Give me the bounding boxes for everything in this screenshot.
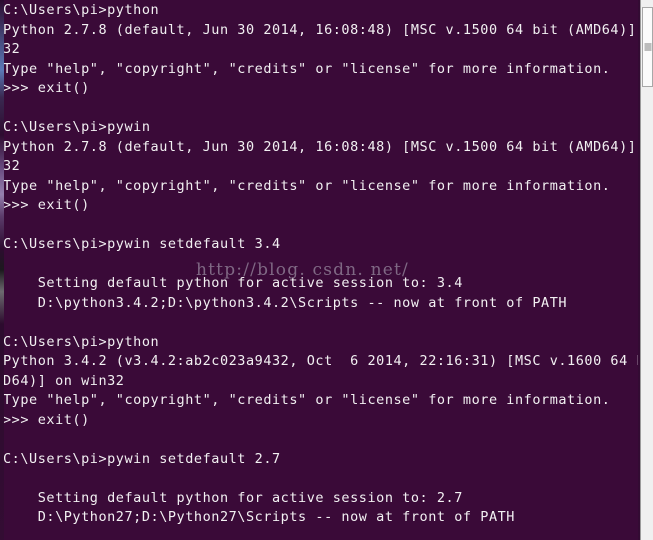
console-line: Type "help", "copyright", "credits" or "… — [3, 177, 611, 194]
console-line: Python 2.7.8 (default, Jun 30 2014, 16:0… — [3, 138, 653, 155]
vertical-scrollbar[interactable] — [640, 0, 653, 540]
console-line: C:\Users\pi>pywin setdefault 3.4 — [3, 236, 281, 252]
console-line: 32 — [3, 158, 21, 174]
console-line: D64)] on win32 — [3, 372, 125, 389]
console-line: C:\Users\pi>python — [3, 2, 160, 18]
console-line: Setting default python for active sessio… — [3, 489, 463, 506]
command-prompt-window[interactable]: C:\Users\pi>python Python 2.7.8 (default,… — [0, 0, 653, 540]
console-line: Type "help", "copyright", "credits" or "… — [3, 60, 611, 77]
console-line: >>> exit() — [3, 197, 90, 213]
console-output-area[interactable]: C:\Users\pi>python Python 2.7.8 (default,… — [3, 0, 653, 540]
console-line: Python 3.4.2 (v3.4.2:ab2c023a9432, Oct 6… — [3, 353, 653, 369]
console-line: >>> exit() — [3, 411, 90, 428]
console-line: C:\Users\pi>python — [3, 333, 160, 350]
console-line: Python 2.7.8 (default, Jun 30 2014, 16:0… — [3, 21, 653, 38]
console-line: Type "help", "copyright", "credits" or "… — [3, 392, 611, 408]
scrollbar-grip-icon — [644, 43, 651, 51]
console-line: Setting default python for active sessio… — [3, 275, 463, 291]
console-line: >>> exit() — [3, 80, 90, 96]
console-line: C:\Users\pi>pywin — [3, 119, 151, 135]
console-line: D:\Python27;D:\Python27\Scripts -- now a… — [3, 509, 515, 525]
console-line: D:\python3.4.2;D:\python3.4.2\Scripts --… — [3, 294, 568, 311]
console-line: C:\Users\pi>pywin setdefault 2.7 — [3, 450, 281, 467]
console-line: 32 — [3, 41, 21, 57]
scrollbar-thumb[interactable] — [642, 7, 653, 87]
